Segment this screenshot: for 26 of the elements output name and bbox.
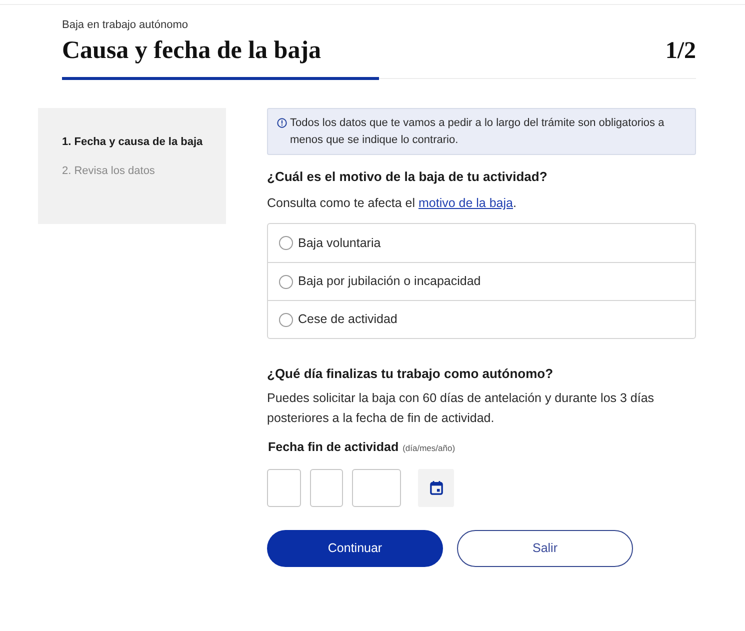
info-text: Todos los datos que te vamos a pedir a lo largo del trámite son obligatorios a menos que se indique lo contrario. bbox=[290, 116, 666, 148]
info-icon bbox=[277, 118, 287, 128]
description-text: Puedes solicitar la baja con 60 días de antelación y durante los 3 días posteriores a la fecha de fin de actividad. bbox=[267, 390, 656, 427]
date-input-field[interactable] bbox=[267, 468, 301, 507]
step-counter: 1/2 bbox=[665, 37, 696, 66]
page-title: Causa y fecha de la baja bbox=[62, 36, 322, 66]
breadcrumb: Baja en trabajo autónomo bbox=[62, 18, 189, 32]
step-item[interactable]: 1. Fecha y causa de la baja bbox=[62, 135, 226, 149]
question-heading: ¿Qué día finalizas tu trabajo como autónomo? bbox=[267, 366, 554, 382]
date-input-field[interactable] bbox=[310, 468, 343, 507]
question-heading: ¿Cuál es el motivo de la baja de tu actividad? bbox=[267, 169, 548, 185]
hint-text: Consulta como te afecta el motivo de la baja. bbox=[267, 195, 518, 211]
date-label: Fecha fin de actividad bbox=[268, 439, 399, 456]
date-input-field[interactable] bbox=[352, 468, 401, 507]
radio-label: Baja por jubilación o incapacidad bbox=[298, 273, 481, 290]
date-format-hint: (día/mes/año) bbox=[402, 442, 456, 455]
radio-label: Baja voluntaria bbox=[298, 234, 381, 252]
continue-button[interactable]: Continuar bbox=[267, 530, 443, 567]
reason-link[interactable]: motivo de la baja bbox=[418, 196, 513, 210]
exit-button[interactable]: Salir bbox=[457, 530, 633, 567]
radio-option[interactable]: Cese de actividad bbox=[268, 300, 695, 338]
radio-option[interactable]: Baja por jubilación o incapacidad bbox=[268, 262, 695, 300]
radio-label: Cese de actividad bbox=[298, 311, 398, 328]
calendar-icon bbox=[430, 480, 442, 495]
calendar-button[interactable] bbox=[418, 468, 454, 507]
radio-option[interactable]: Baja voluntaria bbox=[268, 224, 695, 262]
